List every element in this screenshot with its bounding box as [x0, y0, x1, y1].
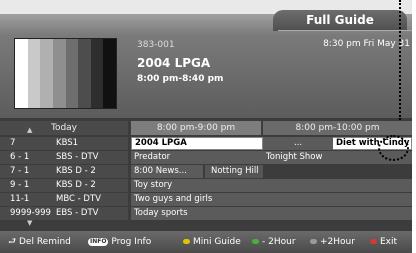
tv-guide-screen: Full Guide 8:30 pm Fri May 31 383-001 20… [0, 0, 412, 253]
channel-cell[interactable]: 9 - 1 KBS D - 2 [0, 179, 128, 192]
callout-line [399, 0, 401, 120]
program-cell[interactable]: 2004 LPGA [131, 137, 263, 150]
channel-cell[interactable]: 7 - 1 KBS D - 2 [0, 165, 128, 178]
program-cell[interactable]: Predator [131, 151, 263, 164]
prog-info-button[interactable]: INFO Prog Info [88, 231, 151, 253]
program-cell[interactable]: 8:00 News... [131, 165, 203, 178]
channel-number: 6 - 1 [10, 152, 30, 162]
exit-label: Exit [380, 237, 398, 247]
program-cell[interactable]: Two guys and girls [131, 193, 412, 206]
channel-number: 11-1 [10, 194, 30, 204]
yellow-button-icon [183, 239, 190, 244]
exit-button[interactable]: Exit [370, 231, 397, 253]
channel-station: KBS1 [56, 138, 79, 148]
info-panel: Full Guide 8:30 pm Fri May 31 383-001 20… [0, 0, 412, 118]
guide-row: 7 - 1 KBS D - 2 8:00 News... Notting Hill [0, 165, 412, 178]
color-bar [40, 39, 53, 108]
channel-station: MBC - DTV [56, 194, 101, 204]
channel-number: 9 - 1 [10, 180, 30, 190]
day-label: Today [50, 123, 78, 133]
arrow-up-icon: ▲ [27, 126, 33, 134]
channel-number: 7 [10, 138, 16, 148]
grey-button-icon [310, 239, 317, 244]
color-bar [27, 39, 41, 108]
program-time: 8:00 pm-8:40 pm [137, 74, 224, 84]
channel-cell[interactable]: 9999-999 EBS - DTV [0, 207, 128, 220]
color-bar [65, 39, 79, 108]
time-slot-2[interactable]: 8:00 pm-10:00 pm [263, 121, 412, 135]
del-remind-label: Del Remind [18, 237, 71, 247]
button-bar: ⮐ Del Remind INFO Prog Info Mini Guide -… [0, 231, 412, 253]
mini-guide-label: Mini Guide [193, 237, 241, 247]
guide-row: 6 - 1 SBS - DTV Predator Tonight Show [0, 151, 412, 164]
minus-2hour-label: - 2Hour [262, 237, 296, 247]
guide-row: 9999-999 EBS - DTV Today sports [0, 207, 412, 220]
green-button-icon [252, 239, 259, 244]
channel-preview [14, 38, 117, 109]
minus-2hour-button[interactable]: - 2Hour [252, 231, 296, 253]
program-cell[interactable]: Notting Hill [205, 165, 263, 178]
guide-row: 7 KBS1 2004 LPGA... Diet with Cindy [0, 137, 412, 150]
time-slot-1[interactable]: 8:00 pm-9:00 pm [131, 121, 261, 135]
current-datetime: 8:30 pm Fri May 31 [323, 39, 410, 49]
program-title: 2004 LPGA [137, 56, 211, 70]
program-cell[interactable]: ... [263, 137, 333, 150]
channel-station: EBS - DTV [56, 208, 99, 218]
red-button-icon [370, 239, 377, 244]
color-bar [78, 39, 91, 108]
mini-guide-button[interactable]: Mini Guide [183, 231, 241, 253]
plus-2hour-label: +2Hour [320, 237, 355, 247]
program-cell[interactable]: Today sports [131, 207, 412, 220]
color-bar [90, 39, 104, 108]
callout-circle [378, 135, 409, 161]
info-icon: INFO [88, 237, 109, 246]
prog-info-label: Prog Info [111, 237, 152, 247]
return-icon: ⮐ [8, 237, 17, 247]
channel-station: SBS - DTV [56, 152, 99, 162]
channel-station: KBS D - 2 [56, 180, 96, 190]
plus-2hour-button[interactable]: +2Hour [310, 231, 355, 253]
program-channel-id: 383-001 [137, 40, 175, 50]
guide-row: 9 - 1 KBS D - 2 Toy story [0, 179, 412, 192]
channel-cell[interactable]: 6 - 1 SBS - DTV [0, 151, 128, 164]
program-cell[interactable]: Toy story [131, 179, 412, 192]
guide-title: Full Guide [273, 10, 407, 31]
del-remind-button[interactable]: ⮐ Del Remind [8, 231, 71, 253]
color-bar [103, 39, 116, 108]
day-header[interactable]: ▲ Today [0, 121, 128, 135]
color-bar [52, 39, 66, 108]
channel-number: 7 - 1 [10, 166, 30, 176]
color-bar [15, 39, 28, 108]
guide-row: 11-1 MBC - DTV Two guys and girls [0, 193, 412, 206]
arrow-down-icon: ▼ [27, 219, 33, 227]
channel-station: KBS D - 2 [56, 166, 96, 176]
title-divider [278, 30, 412, 31]
channel-cell[interactable]: 7 KBS1 [0, 137, 128, 150]
channel-cell[interactable]: 11-1 MBC - DTV [0, 193, 128, 206]
